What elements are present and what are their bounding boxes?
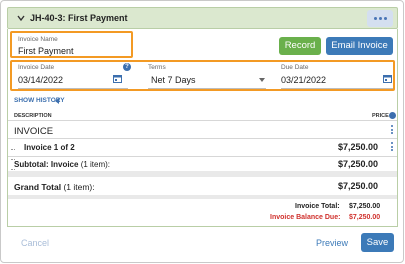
subtotal-label: Subtotal: Invoice (1 item): <box>14 160 110 169</box>
line-item-menu-icon[interactable] <box>391 142 394 153</box>
invoice-title: JH-40-3: First Payment <box>30 13 128 23</box>
line-item-label: Invoice 1 of 2 <box>24 143 75 152</box>
section-menu-icon[interactable] <box>391 125 394 136</box>
preview-button[interactable]: Preview <box>316 238 348 248</box>
invoice-date-underline <box>18 88 128 89</box>
record-button-label: Record <box>284 40 316 51</box>
invoice-name-label: Invoice Name <box>18 36 58 43</box>
divider <box>8 120 397 121</box>
subtotal-label-text: Subtotal: Invoice <box>14 160 79 169</box>
grand-total-label: Grand Total (1 item): <box>14 182 95 192</box>
subtotal-price: $7,250.00 <box>338 159 379 169</box>
calendar-icon[interactable] <box>383 74 392 83</box>
chevron-down-icon[interactable] <box>259 78 265 82</box>
invoice-total-label: Invoice Total: <box>295 203 340 210</box>
terms-select[interactable]: Net 7 Days <box>151 75 196 85</box>
due-date-underline <box>281 88 393 89</box>
dot-icon <box>374 17 377 20</box>
invoice-body: Invoice Name First Payment Record Email … <box>7 29 398 227</box>
invoice-name-field[interactable]: Invoice Name First Payment <box>10 31 133 58</box>
divider-band <box>8 195 397 199</box>
calendar-icon[interactable] <box>113 74 122 83</box>
balance-due-label: Invoice Balance Due: <box>270 214 341 221</box>
terms-underline <box>148 88 266 89</box>
invoice-panel: JH-40-3: First Payment Invoice Name Firs… <box>0 0 404 263</box>
due-date-value[interactable]: 03/21/2022 <box>281 75 326 85</box>
email-invoice-button-label: Email Invoice <box>331 40 388 51</box>
price-column-header: PRICE <box>372 113 389 119</box>
grand-total-price: $7,250.00 <box>338 181 379 191</box>
save-button[interactable]: Save <box>361 233 394 252</box>
chevron-down-icon[interactable] <box>16 13 26 23</box>
save-button-label: Save <box>366 237 389 248</box>
section-title: INVOICE <box>14 126 54 137</box>
record-button[interactable]: Record <box>279 37 321 55</box>
divider-band <box>8 171 397 177</box>
dates-row: Invoice Date 03/14/2022 ? Terms Net 7 Da… <box>10 60 395 91</box>
terms-label: Terms <box>148 64 166 71</box>
grand-total-count: (1 item): <box>63 182 95 192</box>
caret-left-icon[interactable] <box>55 98 59 104</box>
dot-icon <box>379 17 382 20</box>
help-icon[interactable]: ? <box>123 63 131 71</box>
divider <box>8 156 397 157</box>
invoice-name-value[interactable]: First Payment <box>18 46 74 56</box>
subtotal-count: (1 item): <box>80 160 111 169</box>
invoice-date-value[interactable]: 03/14/2022 <box>18 75 63 85</box>
description-column-header: DESCRIPTION <box>14 113 52 119</box>
balance-due-value: $7,250.00 <box>349 214 381 221</box>
grand-total-label-text: Grand Total <box>14 182 62 192</box>
divider <box>8 138 397 139</box>
invoice-header[interactable]: JH-40-3: First Payment <box>7 7 398 29</box>
invoice-total-value: $7,250.00 <box>349 203 381 210</box>
gear-icon[interactable] <box>389 112 396 119</box>
due-date-label: Due Date <box>281 64 309 71</box>
invoice-date-label: Invoice Date <box>18 64 55 71</box>
line-item-price: $7,250.00 <box>338 142 379 152</box>
dot-icon <box>384 17 387 20</box>
email-invoice-button[interactable]: Email Invoice <box>326 37 393 55</box>
cancel-button[interactable]: Cancel <box>21 238 49 248</box>
more-options-button[interactable] <box>367 10 393 27</box>
